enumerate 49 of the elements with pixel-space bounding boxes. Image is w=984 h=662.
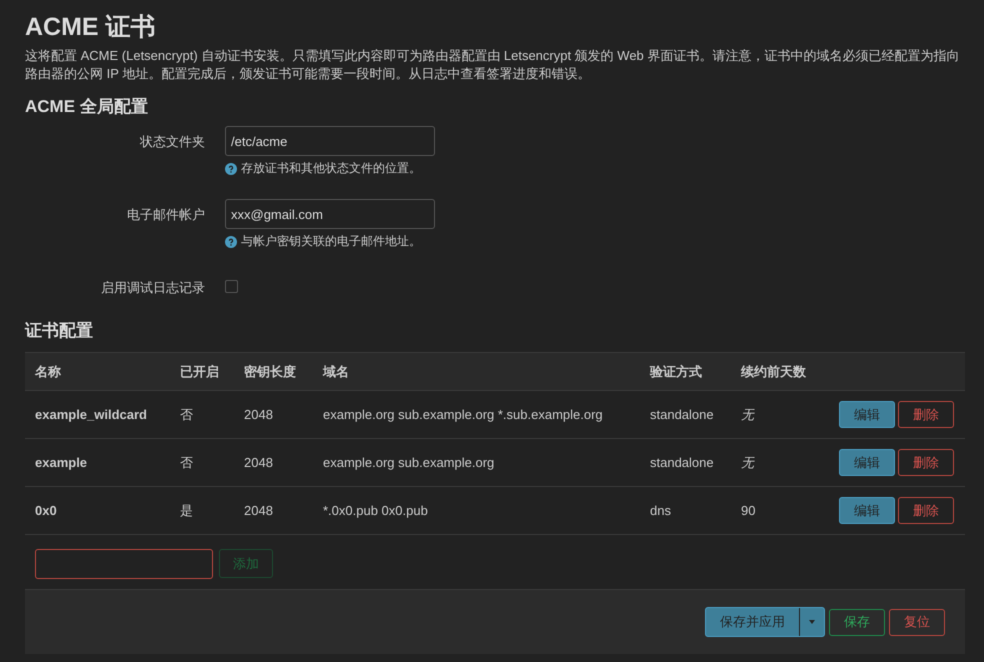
table-cell-text: dns <box>650 503 672 518</box>
caret-icon <box>809 620 815 624</box>
table-cell-text: example <box>35 455 88 470</box>
table-cell-text: 0x0 <box>35 503 58 518</box>
checkbox[interactable] <box>225 280 238 293</box>
page-title: ACME 证书 <box>25 12 157 43</box>
table-cell-text: 2048 <box>244 407 274 422</box>
input-field[interactable]: /etc/acme <box>225 126 435 156</box>
field-label: 状态文件夹 <box>138 133 205 151</box>
table-cell-text: 无 <box>741 454 756 472</box>
save-button[interactable]: 保存 <box>829 608 885 636</box>
section-heading: 证书配置 <box>25 320 94 342</box>
table-cell-text: 2048 <box>244 503 274 518</box>
table-cell-text: example_wildcard <box>35 407 148 422</box>
help-icon <box>225 236 237 248</box>
field-label: 启用调试日志记录 <box>100 279 205 297</box>
column-header: 域名 <box>323 362 350 380</box>
page-description: 这将配置 ACME (Letsencrypt) 自动证书安装。只需填写此内容即可为路由器配置由 Letsencrypt 颁发的 Web 界面证书。请注意，证书中的域名必须已经配置为指向路由器的公网 IP 地址。配置完成后，颁发证书可能需要一段时间。从日志中查看签署进度和错误。 <box>25 47 960 83</box>
table-cell-text: 否 <box>180 454 194 472</box>
column-header: 名称 <box>35 362 62 380</box>
delete-button[interactable]: 删除 <box>898 497 954 524</box>
table-cell-text: example.org sub.example.org *.sub.example.org <box>323 407 604 422</box>
delete-button[interactable]: 删除 <box>898 449 954 476</box>
section-heading: ACME 全局配置 <box>25 96 149 118</box>
help-text: 存放证书和其他状态文件的位置。 <box>241 160 421 177</box>
table-cell-text: 90 <box>741 503 756 518</box>
table-cell-text: standalone <box>650 455 715 470</box>
table-cell-text: 否 <box>180 406 194 424</box>
edit-button[interactable]: 编辑 <box>839 497 895 524</box>
name-input-field[interactable] <box>35 549 213 579</box>
table-cell-text: 是 <box>180 502 194 520</box>
column-header: 验证方式 <box>650 362 703 380</box>
column-header: 已开启 <box>180 362 220 380</box>
edit-button[interactable]: 编辑 <box>839 449 895 476</box>
input-field[interactable]: xxx@gmail.com <box>225 199 435 229</box>
table-cell-text: example.org sub.example.org <box>323 455 496 470</box>
column-header: 密钥长度 <box>244 362 297 380</box>
field-label: 电子邮件帐户 <box>126 206 205 224</box>
save-apply-button[interactable]: 保存并应用 <box>706 608 800 636</box>
table-cell-text: standalone <box>650 407 715 422</box>
table-cell-text: 无 <box>741 406 756 424</box>
table-cell-text: *.0x0.pub 0x0.pub <box>323 503 429 518</box>
table-cell-text: 2048 <box>244 455 274 470</box>
column-header: 续约前天数 <box>741 362 807 380</box>
delete-button[interactable]: 删除 <box>898 401 954 428</box>
reset-button[interactable]: 复位 <box>889 608 945 636</box>
edit-button[interactable]: 编辑 <box>839 401 895 428</box>
help-text: 与帐户密钥关联的电子邮件地址。 <box>241 233 421 250</box>
help-icon <box>225 162 237 174</box>
